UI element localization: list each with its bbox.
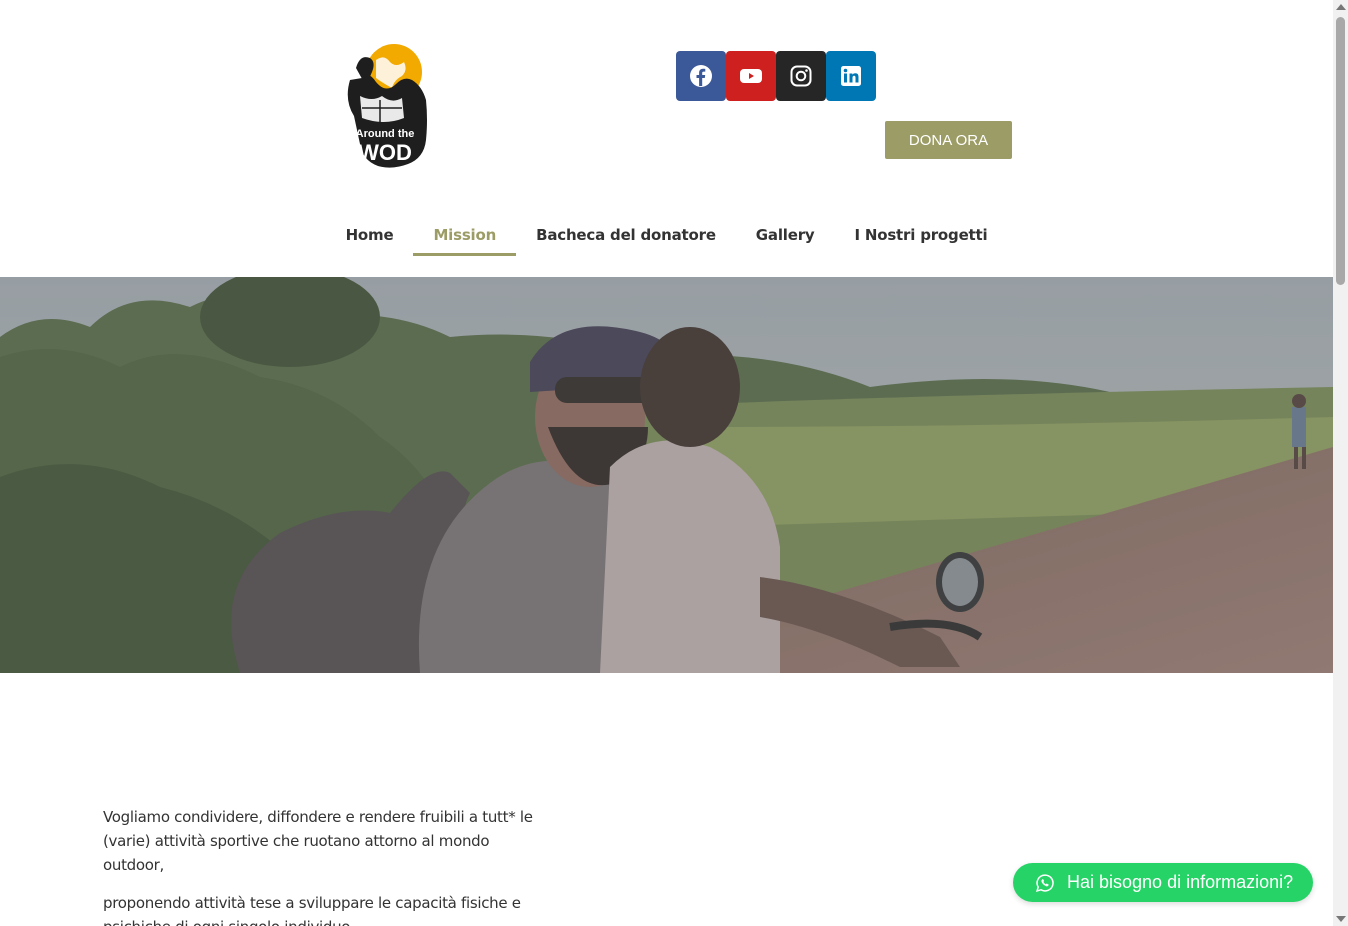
linkedin-icon — [841, 66, 861, 86]
youtube-link[interactable] — [726, 51, 776, 101]
page-scrollbar[interactable] — [1333, 0, 1348, 926]
scroll-thumb[interactable] — [1336, 17, 1345, 285]
mission-paragraph-1: Vogliamo condividere, diffondere e rende… — [103, 808, 533, 874]
hero-image — [0, 277, 1333, 673]
youtube-icon — [740, 69, 762, 83]
site-logo[interactable]: Around the WOD — [336, 38, 434, 172]
scroll-down-arrow-icon[interactable] — [1336, 916, 1346, 922]
whatsapp-label: Hai bisogno di informazioni? — [1067, 872, 1294, 892]
social-links — [676, 51, 876, 101]
linkedin-link[interactable] — [826, 51, 876, 101]
logo-image: Around the WOD — [347, 44, 427, 168]
nav-item-mission[interactable]: Mission — [413, 216, 516, 256]
mission-paragraph-2: proponendo attività tese a sviluppare le… — [103, 894, 521, 926]
main-nav: Home Mission Bacheca del donatore Galler… — [0, 216, 1333, 256]
whatsapp-icon — [1036, 873, 1054, 892]
nav-item-home[interactable]: Home — [326, 216, 414, 256]
page: Around the WOD DONA ORA Home Mission Bac… — [0, 0, 1333, 926]
logo-line1: Around the — [356, 128, 415, 140]
instagram-icon — [790, 65, 812, 87]
nav-item-progetti[interactable]: I Nostri progetti — [834, 216, 1007, 256]
scroll-up-arrow-icon[interactable] — [1336, 4, 1346, 10]
facebook-icon — [690, 65, 712, 87]
mission-text: Vogliamo condividere, diffondere e rende… — [103, 805, 543, 926]
facebook-link[interactable] — [676, 51, 726, 101]
logo-line2: WOD — [358, 140, 412, 165]
nav-item-gallery[interactable]: Gallery — [736, 216, 835, 256]
instagram-link[interactable] — [776, 51, 826, 101]
donate-button[interactable]: DONA ORA — [885, 121, 1012, 159]
whatsapp-button[interactable]: Hai bisogno di informazioni? — [1013, 863, 1313, 902]
nav-item-bacheca[interactable]: Bacheca del donatore — [516, 216, 736, 256]
